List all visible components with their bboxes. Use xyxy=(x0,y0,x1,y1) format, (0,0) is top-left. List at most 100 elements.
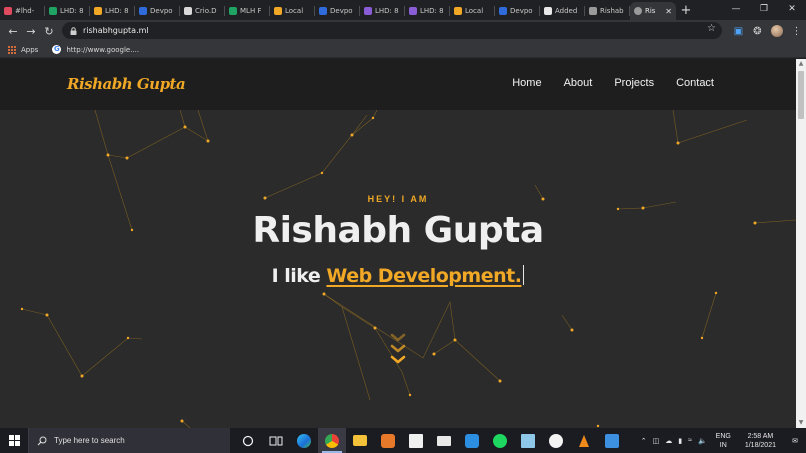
bookmark-google[interactable]: G http://www.google.... xyxy=(52,45,139,54)
browser-tab[interactable]: Local xyxy=(270,2,315,20)
windows-logo-icon xyxy=(8,435,20,446)
browser-tab[interactable]: Devpo xyxy=(135,2,180,20)
start-button[interactable] xyxy=(0,428,28,453)
tab-strip: #lhd- LHD: 8 LHD: 8 Devpo Crio.D MLH F Local De… xyxy=(0,0,806,20)
vlc-icon[interactable] xyxy=(570,428,598,453)
sublime-text-icon[interactable] xyxy=(374,428,402,453)
tab-label: Crio.D xyxy=(195,7,217,15)
cloud-icon[interactable]: ☁ xyxy=(665,437,672,445)
browser-tab[interactable]: LHD: 8 xyxy=(405,2,450,20)
site-nav: Home About Projects Contact xyxy=(512,77,714,89)
volume-icon[interactable]: 🔈 xyxy=(698,437,707,445)
browser-tab[interactable]: MLH F xyxy=(225,2,270,20)
edge-icon[interactable] xyxy=(290,428,318,453)
puzzle-icon[interactable]: ❂ xyxy=(748,26,767,37)
screen: #lhd- LHD: 8 LHD: 8 Devpo Crio.D MLH F Local De… xyxy=(0,0,806,453)
clock-time: 2:58 AM xyxy=(747,432,774,440)
browser-tab[interactable]: LHD: 8 xyxy=(45,2,90,20)
bookmark-apps[interactable]: Apps xyxy=(8,45,38,54)
chrome-icon[interactable] xyxy=(318,428,346,453)
notifications-icon[interactable]: ✉ xyxy=(784,437,806,445)
browser-tab-active[interactable]: Ris ✕ xyxy=(630,2,676,20)
browser-tab[interactable]: Devpo xyxy=(315,2,360,20)
network-icon[interactable]: ◫ xyxy=(653,437,660,445)
tab-close-icon[interactable]: ✕ xyxy=(665,7,672,16)
vscode-icon[interactable] xyxy=(458,428,486,453)
store-icon[interactable] xyxy=(402,428,430,453)
close-window-button[interactable]: ✕ xyxy=(778,0,806,20)
hero-name: Rishabh Gupta xyxy=(252,210,544,251)
hero-eyebrow: HEY! I AM xyxy=(367,194,429,204)
site-logo[interactable]: Rishabh Gupta xyxy=(67,75,186,93)
tab-favicon-icon xyxy=(274,7,282,15)
clock-date: 1/18/2021 xyxy=(744,441,776,449)
language-indicator[interactable]: ENG IN xyxy=(716,432,731,450)
tab-favicon-icon xyxy=(184,7,192,15)
address-bar[interactable]: rishabhgupta.ml ☆ xyxy=(62,22,722,39)
maximize-button[interactable]: ❐ xyxy=(750,0,778,20)
tagline-prefix: I like xyxy=(271,265,327,287)
tab-favicon-icon xyxy=(544,7,552,15)
search-icon xyxy=(37,436,47,445)
back-button[interactable]: ← xyxy=(4,25,22,38)
notepad-icon[interactable] xyxy=(514,428,542,453)
nav-link-contact[interactable]: Contact xyxy=(676,77,714,89)
window-controls: — ❐ ✕ xyxy=(722,0,806,20)
spotify-icon[interactable] xyxy=(486,428,514,453)
tab-favicon-icon xyxy=(94,7,102,15)
menu-dots-icon[interactable]: ⋮ xyxy=(787,26,806,37)
google-icon: G xyxy=(52,45,62,54)
tab-favicon-icon xyxy=(499,7,507,15)
browser-tab[interactable]: LHD: 8 xyxy=(90,2,135,20)
browser-toolbar: ← → ↻ rishabhgupta.ml ☆ ▣ ❂ ⋮ xyxy=(0,20,806,42)
whatsapp-icon[interactable] xyxy=(542,428,570,453)
minimize-button[interactable]: — xyxy=(722,0,750,20)
browser-tab[interactable]: Local xyxy=(450,2,495,20)
battery-icon[interactable]: ▮ xyxy=(678,437,682,445)
bookmark-star-icon[interactable]: ☆ xyxy=(707,23,716,34)
tab-favicon-icon xyxy=(139,7,147,15)
bookmark-label: http://www.google.... xyxy=(66,45,140,54)
hero-section: HEY! I AM Rishabh Gupta I like Web Devel… xyxy=(0,110,796,428)
snip-tool-icon[interactable] xyxy=(598,428,626,453)
chevron-up-icon[interactable]: ⌃ xyxy=(641,437,647,445)
new-tab-button[interactable]: + xyxy=(676,2,696,20)
tab-favicon-icon xyxy=(589,7,597,15)
nav-link-home[interactable]: Home xyxy=(512,77,541,89)
file-explorer-icon[interactable] xyxy=(346,428,374,453)
page-scrollbar[interactable]: ▲ ▼ xyxy=(796,59,806,428)
forward-button[interactable]: → xyxy=(22,25,40,38)
extension-icon[interactable]: ▣ xyxy=(729,26,748,37)
task-view-icon[interactable] xyxy=(262,428,290,453)
tab-label: Local xyxy=(285,7,304,15)
mail-icon[interactable] xyxy=(430,428,458,453)
tab-label: #lhd- xyxy=(15,7,35,15)
scrollbar-thumb[interactable] xyxy=(798,71,804,119)
browser-tab[interactable]: Added xyxy=(540,2,585,20)
pinned-apps xyxy=(234,428,626,453)
site-header: Rishabh Gupta Home About Projects Contac… xyxy=(0,59,796,110)
tab-label: Devpo xyxy=(330,7,353,15)
wifi-icon[interactable]: ≈ xyxy=(688,437,692,444)
tab-favicon-icon xyxy=(409,7,417,15)
scroll-up-arrow-icon[interactable]: ▲ xyxy=(796,59,806,69)
scroll-down-chevrons-icon[interactable] xyxy=(389,332,407,368)
clock[interactable]: 2:58 AM 1/18/2021 xyxy=(745,432,776,450)
browser-tab[interactable]: #lhd- xyxy=(0,2,45,20)
browser-tab[interactable]: LHD: 8 xyxy=(360,2,405,20)
typing-caret xyxy=(523,265,525,285)
browser-tab[interactable]: Devpo xyxy=(495,2,540,20)
browser-tab[interactable]: Crio.D xyxy=(180,2,225,20)
tab-label: LHD: 8 xyxy=(60,7,84,15)
scroll-down-arrow-icon[interactable]: ▼ xyxy=(796,418,806,428)
tab-label: MLH F xyxy=(240,7,262,15)
nav-link-projects[interactable]: Projects xyxy=(614,77,654,89)
reload-button[interactable]: ↻ xyxy=(40,25,58,38)
taskbar-search[interactable]: Type here to search xyxy=(28,428,230,453)
cortana-icon[interactable] xyxy=(234,428,262,453)
tab-favicon-icon xyxy=(364,7,372,15)
browser-tab[interactable]: Rishab xyxy=(585,2,630,20)
tab-label: Devpo xyxy=(150,7,173,15)
nav-link-about[interactable]: About xyxy=(564,77,593,89)
avatar[interactable] xyxy=(771,25,783,37)
